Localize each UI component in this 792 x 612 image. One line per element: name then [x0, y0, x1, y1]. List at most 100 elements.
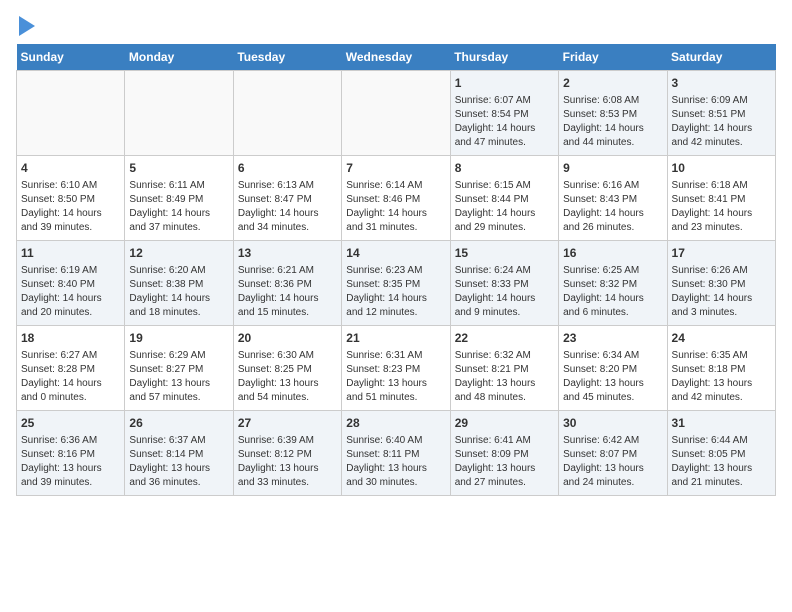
header-row: SundayMondayTuesdayWednesdayThursdayFrid… — [17, 44, 776, 71]
day-number: 28 — [346, 415, 445, 432]
day-info: Sunrise: 6:36 AM Sunset: 8:16 PM Dayligh… — [21, 434, 120, 490]
day-info: Sunrise: 6:44 AM Sunset: 8:05 PM Dayligh… — [672, 434, 771, 490]
calendar-cell: 10 Sunrise: 6:18 AM Sunset: 8:41 PM Dayli… — [667, 156, 775, 241]
day-info: Sunrise: 6:27 AM Sunset: 8:28 PM Dayligh… — [21, 349, 120, 405]
calendar-cell: 12 Sunrise: 6:20 AM Sunset: 8:38 PM Dayli… — [125, 241, 233, 326]
calendar-cell: 27 Sunrise: 6:39 AM Sunset: 8:12 PM Dayli… — [233, 411, 341, 496]
calendar-week-row: 18 Sunrise: 6:27 AM Sunset: 8:28 PM Dayli… — [17, 326, 776, 411]
page-header — [16, 16, 776, 32]
day-number: 9 — [563, 160, 662, 177]
calendar-week-row: 25 Sunrise: 6:36 AM Sunset: 8:16 PM Dayli… — [17, 411, 776, 496]
calendar-cell: 1Sunrise: 6:07 AM Sunset: 8:54 PM Daylig… — [450, 71, 558, 156]
calendar-cell: 3 Sunrise: 6:09 AM Sunset: 8:51 PM Daylig… — [667, 71, 775, 156]
calendar-cell: 14Sunrise: 6:23 AM Sunset: 8:35 PM Dayli… — [342, 241, 450, 326]
day-info: Sunrise: 6:19 AM Sunset: 8:40 PM Dayligh… — [21, 264, 120, 320]
day-number: 22 — [455, 330, 554, 347]
day-number: 23 — [563, 330, 662, 347]
calendar-cell: 4 Sunrise: 6:10 AM Sunset: 8:50 PM Daylig… — [17, 156, 125, 241]
calendar-cell: 22 Sunrise: 6:32 AM Sunset: 8:21 PM Dayli… — [450, 326, 558, 411]
day-info: Sunrise: 6:41 AM Sunset: 8:09 PM Dayligh… — [455, 434, 554, 490]
day-info: Sunrise: 6:08 AM Sunset: 8:53 PM Dayligh… — [563, 94, 662, 150]
day-info: Sunrise: 6:32 AM Sunset: 8:21 PM Dayligh… — [455, 349, 554, 405]
col-header-sunday: Sunday — [17, 44, 125, 71]
day-info: Sunrise: 6:35 AM Sunset: 8:18 PM Dayligh… — [672, 349, 771, 405]
calendar-cell: 30 Sunrise: 6:42 AM Sunset: 8:07 PM Dayli… — [559, 411, 667, 496]
day-info: Sunrise: 6:30 AM Sunset: 8:25 PM Dayligh… — [238, 349, 337, 405]
calendar-week-row: 11 Sunrise: 6:19 AM Sunset: 8:40 PM Dayli… — [17, 241, 776, 326]
day-number: 12 — [129, 245, 228, 262]
day-number: 20 — [238, 330, 337, 347]
calendar-cell — [17, 71, 125, 156]
day-number: 25 — [21, 415, 120, 432]
day-info: Sunrise: 6:09 AM Sunset: 8:51 PM Dayligh… — [672, 94, 771, 150]
day-number: 24 — [672, 330, 771, 347]
calendar-cell: 8Sunrise: 6:15 AM Sunset: 8:44 PM Daylig… — [450, 156, 558, 241]
day-info: Sunrise: 6:40 AM Sunset: 8:11 PM Dayligh… — [346, 434, 445, 490]
logo-arrow-icon — [19, 16, 35, 36]
col-header-wednesday: Wednesday — [342, 44, 450, 71]
day-info: Sunrise: 6:11 AM Sunset: 8:49 PM Dayligh… — [129, 179, 228, 235]
day-number: 8 — [455, 160, 554, 177]
calendar-cell: 21 Sunrise: 6:31 AM Sunset: 8:23 PM Dayli… — [342, 326, 450, 411]
calendar-cell: 6Sunrise: 6:13 AM Sunset: 8:47 PM Daylig… — [233, 156, 341, 241]
day-info: Sunrise: 6:16 AM Sunset: 8:43 PM Dayligh… — [563, 179, 662, 235]
day-info: Sunrise: 6:10 AM Sunset: 8:50 PM Dayligh… — [21, 179, 120, 235]
day-number: 26 — [129, 415, 228, 432]
day-number: 10 — [672, 160, 771, 177]
col-header-tuesday: Tuesday — [233, 44, 341, 71]
day-info: Sunrise: 6:24 AM Sunset: 8:33 PM Dayligh… — [455, 264, 554, 320]
day-info: Sunrise: 6:39 AM Sunset: 8:12 PM Dayligh… — [238, 434, 337, 490]
day-number: 27 — [238, 415, 337, 432]
calendar-cell — [342, 71, 450, 156]
calendar-cell: 25 Sunrise: 6:36 AM Sunset: 8:16 PM Dayli… — [17, 411, 125, 496]
calendar-cell: 26 Sunrise: 6:37 AM Sunset: 8:14 PM Dayli… — [125, 411, 233, 496]
day-number: 5 — [129, 160, 228, 177]
day-info: Sunrise: 6:26 AM Sunset: 8:30 PM Dayligh… — [672, 264, 771, 320]
calendar-cell: 31Sunrise: 6:44 AM Sunset: 8:05 PM Dayli… — [667, 411, 775, 496]
day-info: Sunrise: 6:18 AM Sunset: 8:41 PM Dayligh… — [672, 179, 771, 235]
day-info: Sunrise: 6:37 AM Sunset: 8:14 PM Dayligh… — [129, 434, 228, 490]
day-number: 18 — [21, 330, 120, 347]
calendar-cell: 9 Sunrise: 6:16 AM Sunset: 8:43 PM Daylig… — [559, 156, 667, 241]
col-header-saturday: Saturday — [667, 44, 775, 71]
day-info: Sunrise: 6:42 AM Sunset: 8:07 PM Dayligh… — [563, 434, 662, 490]
day-number: 30 — [563, 415, 662, 432]
calendar-cell — [233, 71, 341, 156]
calendar-cell: 20 Sunrise: 6:30 AM Sunset: 8:25 PM Dayli… — [233, 326, 341, 411]
day-number: 1 — [455, 75, 554, 92]
calendar-week-row: 4 Sunrise: 6:10 AM Sunset: 8:50 PM Daylig… — [17, 156, 776, 241]
day-number: 15 — [455, 245, 554, 262]
day-info: Sunrise: 6:20 AM Sunset: 8:38 PM Dayligh… — [129, 264, 228, 320]
day-info: Sunrise: 6:21 AM Sunset: 8:36 PM Dayligh… — [238, 264, 337, 320]
calendar-cell: 7 Sunrise: 6:14 AM Sunset: 8:46 PM Daylig… — [342, 156, 450, 241]
col-header-monday: Monday — [125, 44, 233, 71]
day-number: 14 — [346, 245, 445, 262]
col-header-friday: Friday — [559, 44, 667, 71]
day-number: 4 — [21, 160, 120, 177]
day-info: Sunrise: 6:34 AM Sunset: 8:20 PM Dayligh… — [563, 349, 662, 405]
calendar-cell: 2Sunrise: 6:08 AM Sunset: 8:53 PM Daylig… — [559, 71, 667, 156]
day-number: 3 — [672, 75, 771, 92]
calendar-cell: 17 Sunrise: 6:26 AM Sunset: 8:30 PM Dayli… — [667, 241, 775, 326]
calendar-cell: 16Sunrise: 6:25 AM Sunset: 8:32 PM Dayli… — [559, 241, 667, 326]
day-number: 19 — [129, 330, 228, 347]
day-number: 21 — [346, 330, 445, 347]
calendar-cell: 5 Sunrise: 6:11 AM Sunset: 8:49 PM Daylig… — [125, 156, 233, 241]
day-number: 13 — [238, 245, 337, 262]
logo — [16, 16, 35, 32]
day-info: Sunrise: 6:25 AM Sunset: 8:32 PM Dayligh… — [563, 264, 662, 320]
calendar-cell: 24 Sunrise: 6:35 AM Sunset: 8:18 PM Dayli… — [667, 326, 775, 411]
day-number: 11 — [21, 245, 120, 262]
day-number: 17 — [672, 245, 771, 262]
day-info: Sunrise: 6:14 AM Sunset: 8:46 PM Dayligh… — [346, 179, 445, 235]
day-info: Sunrise: 6:31 AM Sunset: 8:23 PM Dayligh… — [346, 349, 445, 405]
calendar-cell: 28 Sunrise: 6:40 AM Sunset: 8:11 PM Dayli… — [342, 411, 450, 496]
calendar-cell: 18 Sunrise: 6:27 AM Sunset: 8:28 PM Dayli… — [17, 326, 125, 411]
calendar-week-row: 1Sunrise: 6:07 AM Sunset: 8:54 PM Daylig… — [17, 71, 776, 156]
day-number: 7 — [346, 160, 445, 177]
calendar-cell: 15 Sunrise: 6:24 AM Sunset: 8:33 PM Dayli… — [450, 241, 558, 326]
day-number: 29 — [455, 415, 554, 432]
calendar-cell: 11 Sunrise: 6:19 AM Sunset: 8:40 PM Dayli… — [17, 241, 125, 326]
calendar-cell: 19Sunrise: 6:29 AM Sunset: 8:27 PM Dayli… — [125, 326, 233, 411]
calendar-cell: 13 Sunrise: 6:21 AM Sunset: 8:36 PM Dayli… — [233, 241, 341, 326]
